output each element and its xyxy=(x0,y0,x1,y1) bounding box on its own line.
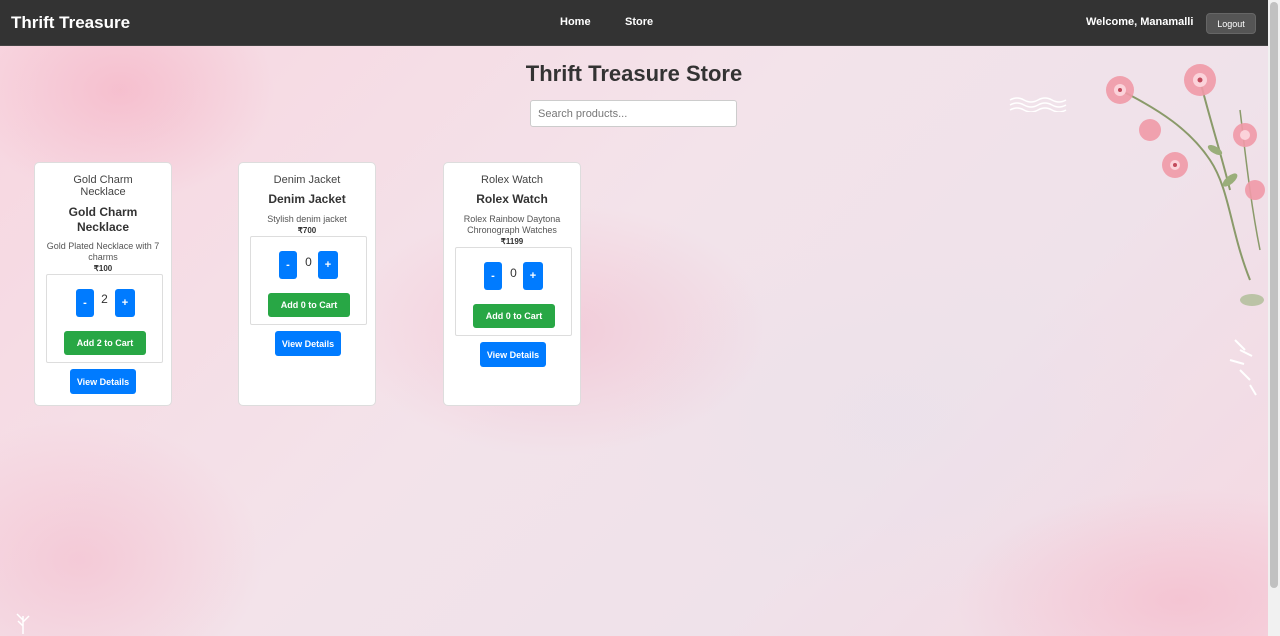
product-image: Rolex Watch xyxy=(481,174,543,186)
logout-button[interactable]: Logout xyxy=(1206,13,1256,34)
product-price: ₹1199 xyxy=(500,237,524,246)
product-name: Denim Jacket xyxy=(268,192,346,206)
wave-decoration xyxy=(1009,97,1067,112)
product-image: Gold Charm Necklace xyxy=(73,174,133,198)
quantity-controls: 2 - + Add 2 to Cart xyxy=(46,274,163,363)
welcome-message: Welcome, Manamalli xyxy=(1086,16,1194,28)
increase-quantity-button[interactable]: + xyxy=(523,262,543,290)
add-to-cart-button[interactable]: Add 0 to Cart xyxy=(268,293,350,317)
product-price: ₹700 xyxy=(297,226,317,235)
quantity-controls: 0 - + Add 0 to Cart xyxy=(250,236,367,325)
product-description: Stylish denim jacket xyxy=(267,214,347,224)
product-card-denim-jacket: Denim Jacket Denim Jacket Stylish denim … xyxy=(238,162,376,406)
nav-link-store[interactable]: Store xyxy=(625,16,653,28)
product-price: ₹100 xyxy=(93,264,113,273)
page-title: Thrift Treasure Store xyxy=(525,61,743,86)
vertical-scrollbar[interactable] xyxy=(1268,0,1280,636)
view-details-button[interactable]: View Details xyxy=(70,369,136,394)
quantity-value: 0 xyxy=(510,266,517,280)
brand-logo[interactable]: Thrift Treasure xyxy=(11,13,130,33)
increase-quantity-button[interactable]: + xyxy=(115,289,135,317)
product-card-rolex-watch: Rolex Watch Rolex Watch Rolex Rainbow Da… xyxy=(443,162,581,406)
decrease-quantity-button[interactable]: - xyxy=(279,251,297,279)
product-name: Rolex Watch xyxy=(476,192,548,206)
quantity-value: 2 xyxy=(101,292,108,306)
leaf-decoration xyxy=(16,613,30,634)
flower-decoration xyxy=(1106,64,1265,396)
product-card-gold-charm-necklace: Gold Charm Necklace Gold Charm Necklace … xyxy=(34,162,172,406)
decrease-quantity-button[interactable]: - xyxy=(76,289,94,317)
product-description: Rolex Rainbow Daytona Chronograph Watche… xyxy=(463,214,561,235)
view-details-button[interactable]: View Details xyxy=(480,342,546,367)
search-input[interactable] xyxy=(530,100,737,127)
decrease-quantity-button[interactable]: - xyxy=(484,262,502,290)
quantity-value: 0 xyxy=(305,255,312,269)
view-details-button[interactable]: View Details xyxy=(275,331,341,356)
product-name: Gold Charm Necklace xyxy=(68,205,138,234)
nav-link-home[interactable]: Home xyxy=(560,16,591,28)
scrollbar-thumb[interactable] xyxy=(1270,2,1278,588)
product-image: Denim Jacket xyxy=(273,174,341,186)
page-background xyxy=(0,0,1268,636)
increase-quantity-button[interactable]: + xyxy=(318,251,338,279)
add-to-cart-button[interactable]: Add 0 to Cart xyxy=(473,304,555,328)
add-to-cart-button[interactable]: Add 2 to Cart xyxy=(64,331,146,355)
product-description: Gold Plated Necklace with 7 charms xyxy=(46,241,160,262)
top-navbar: Thrift Treasure Home Store Welcome, Mana… xyxy=(0,0,1268,46)
quantity-controls: 0 - + Add 0 to Cart xyxy=(455,247,572,336)
